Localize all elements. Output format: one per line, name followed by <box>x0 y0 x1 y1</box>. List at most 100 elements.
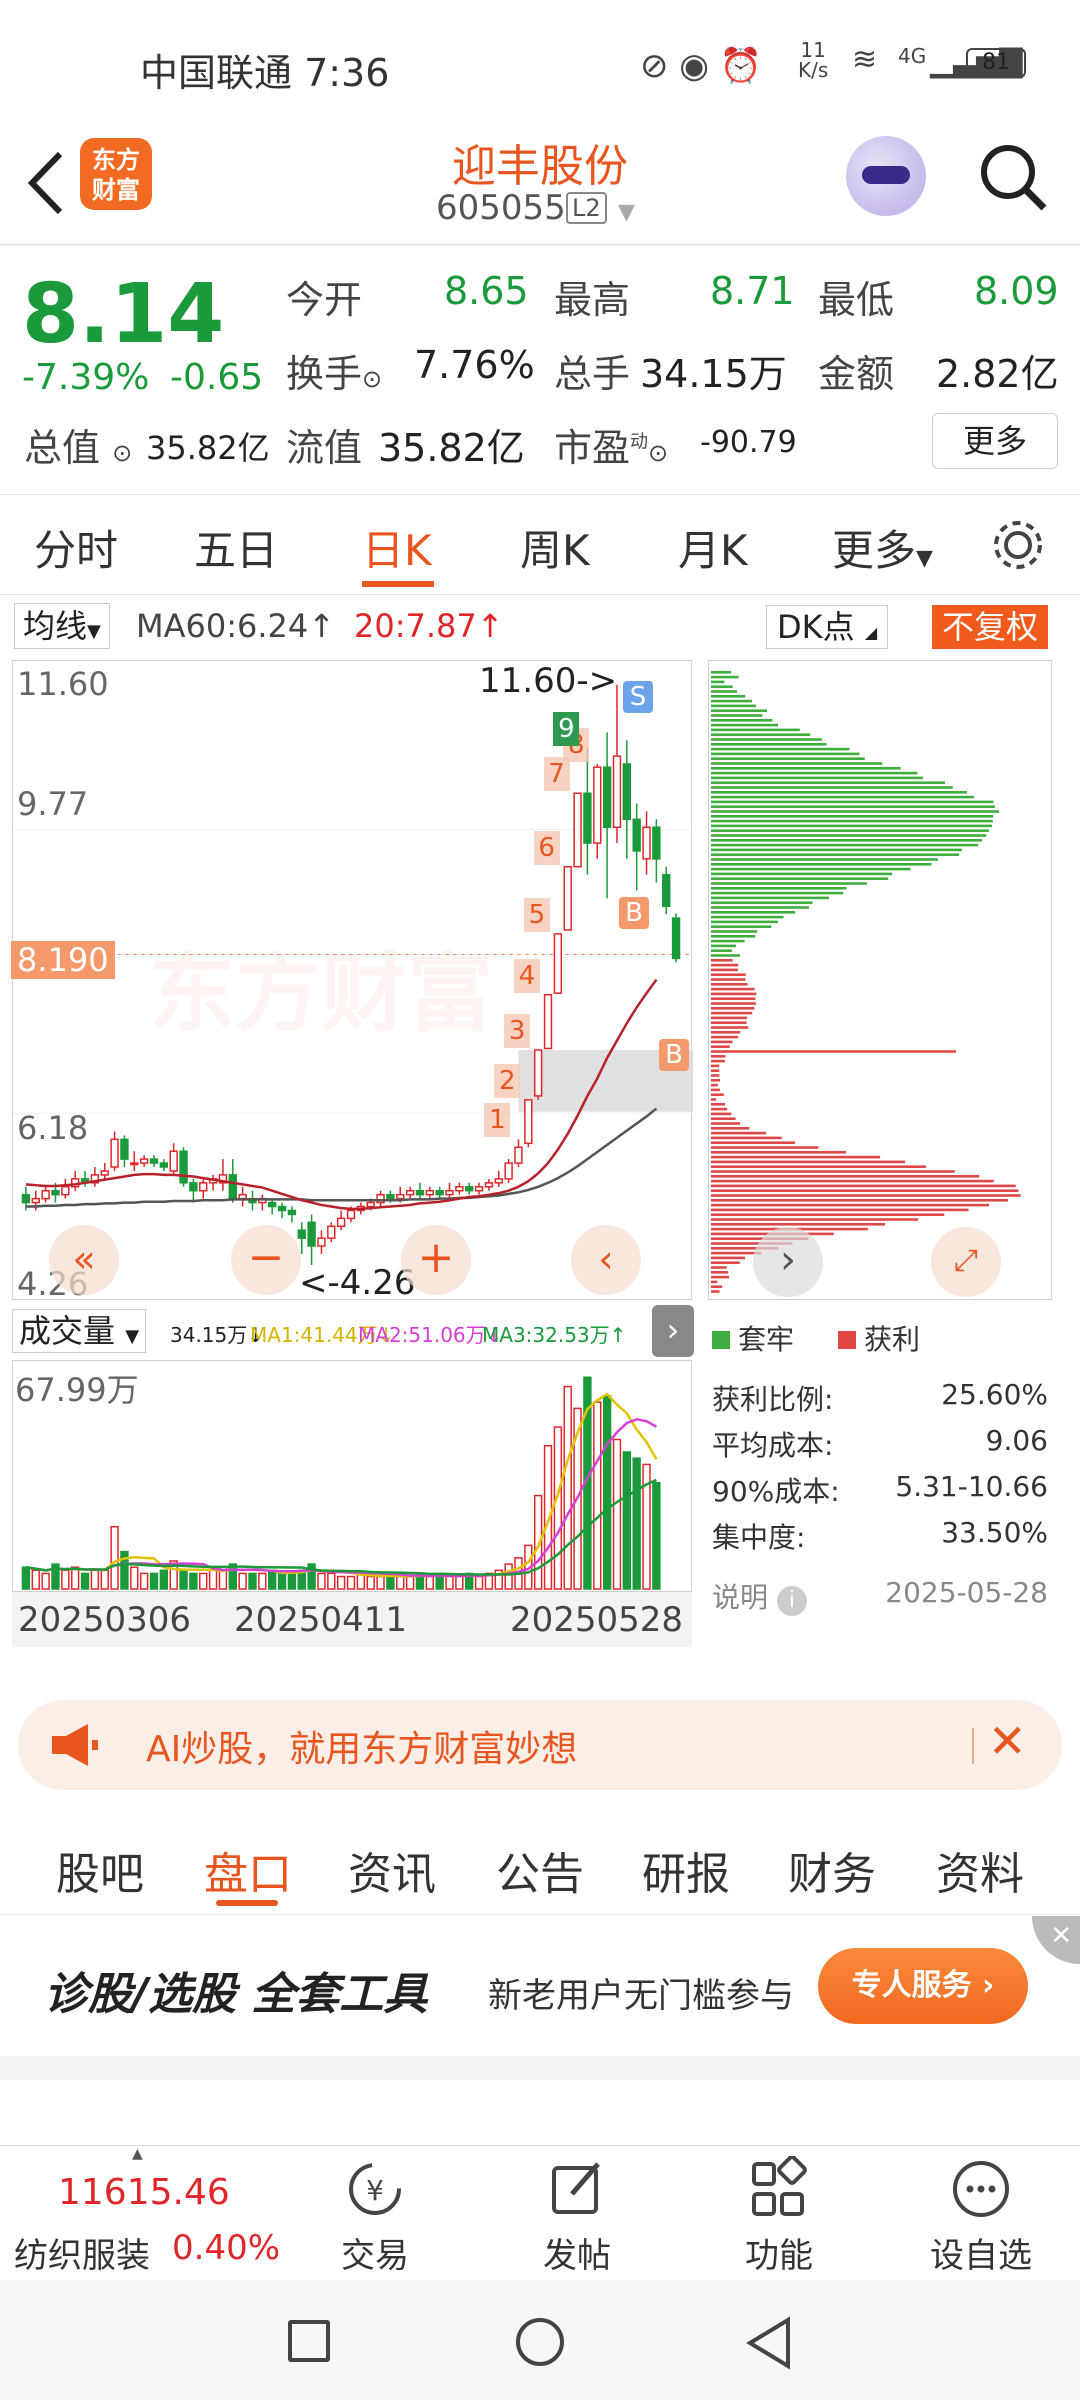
tab-weekly-k[interactable]: 周K <box>520 517 590 578</box>
more-button[interactable]: 更多 <box>932 413 1058 469</box>
scroll-left-icon[interactable]: ‹ <box>571 1225 641 1295</box>
turnover-label: 换手⊙ <box>286 343 382 398</box>
volume-value: 34.15万 <box>640 343 787 398</box>
expand-icon[interactable]: ⤢ <box>931 1227 1001 1297</box>
recents-icon[interactable] <box>288 2320 330 2362</box>
chip-bar <box>711 801 993 804</box>
candle-body <box>525 1100 532 1143</box>
pe-value: -90.79 <box>700 425 797 460</box>
scroll-left-far-icon[interactable]: « <box>49 1225 119 1295</box>
candle-body <box>298 1230 305 1238</box>
chart-indicator-header: 均线▼ MA60:6.24↑ 20:7.87↑ DK点 ◢ 不复权 <box>0 595 1080 655</box>
signal-number-marker: 1 <box>484 1103 510 1137</box>
volume-bar <box>160 1570 167 1589</box>
chip-bar <box>711 844 978 847</box>
chip-bar <box>711 700 752 703</box>
search-icon[interactable] <box>976 140 1050 214</box>
trade-icon: ¥ <box>340 2156 410 2222</box>
chip-bar <box>711 1079 720 1082</box>
chip-bar <box>711 964 738 967</box>
add-watchlist-button[interactable]: 设自选 <box>916 2156 1046 2277</box>
chip-bar <box>711 1089 720 1092</box>
chip-bar <box>711 849 962 852</box>
features-button[interactable]: 功能 <box>714 2156 844 2277</box>
ma60-readout: MA60:6.24↑ <box>136 607 335 645</box>
adjust-button[interactable]: 不复权 <box>932 605 1048 649</box>
vol-ma3-readout: MA3:32.53万↑ <box>482 1319 626 1348</box>
tab-profile[interactable]: 资料 <box>936 1838 1024 1902</box>
back-nav-icon[interactable] <box>744 2316 794 2370</box>
tab-forum[interactable]: 股吧 <box>56 1838 144 1902</box>
index-value[interactable]: 11615.46 <box>58 2172 230 2213</box>
signal-icon: 4G <box>898 44 926 68</box>
candle-body <box>604 767 611 827</box>
chip-row-label: 平均成本: <box>712 1424 833 1464</box>
chevron-right-icon[interactable]: › <box>753 1227 823 1297</box>
volume-bar <box>269 1570 276 1589</box>
tab-intraday[interactable]: 分时 <box>34 517 118 578</box>
chip-distribution-chart: › ⤢ <box>708 660 1052 1300</box>
chip-bar <box>711 743 826 746</box>
tab-financials[interactable]: 财务 <box>788 1838 876 1902</box>
zoom-in-icon[interactable]: + <box>401 1225 471 1295</box>
chip-bar <box>711 1021 747 1024</box>
volume-selector[interactable]: 成交量 ▼ <box>12 1309 146 1353</box>
close-icon[interactable]: ✕ <box>1032 1916 1080 1964</box>
chip-bar <box>711 959 733 962</box>
tab-announcements[interactable]: 公告 <box>496 1838 584 1902</box>
tab-monthly-k[interactable]: 月K <box>678 517 748 578</box>
candle-body <box>151 1159 158 1163</box>
candle-body <box>348 1210 355 1218</box>
level-badge[interactable]: L2 <box>566 192 607 224</box>
volume-bar <box>328 1573 335 1589</box>
candle-body <box>160 1163 167 1167</box>
chip-bar <box>711 1055 725 1058</box>
trade-button[interactable]: ¥ 交易 <box>310 2156 440 2277</box>
close-icon[interactable]: ✕ <box>988 1714 1027 1768</box>
chip-row-value: 5.31-10.66 <box>895 1470 1048 1503</box>
chip-bar <box>711 1165 926 1168</box>
chip-bar <box>711 873 892 876</box>
chip-bar <box>711 729 800 732</box>
chip-bar <box>711 676 739 679</box>
chip-bar <box>711 1204 989 1207</box>
status-icons: ⊘ ◉ ⏰ <box>640 46 762 86</box>
promo-button[interactable]: 专人服务 › <box>818 1948 1028 2024</box>
chip-row-label: 获利比例: <box>712 1378 833 1418</box>
candle-body <box>623 764 630 819</box>
promo-banner[interactable]: 诊股/选股 全套工具 新老用户无门槛参与 专人服务 › ✕ <box>0 1916 1080 2056</box>
kline-chart[interactable]: 东方财富 11.60 9.77 6.18 4.26 8.190 11.60-> … <box>12 660 692 1300</box>
chip-bar <box>711 685 733 688</box>
tab-order-book[interactable]: 盘口 <box>204 1838 292 1902</box>
candle-body <box>101 1171 108 1175</box>
candle-body <box>367 1203 374 1207</box>
volume-bar <box>200 1573 207 1589</box>
chip-bar <box>711 1065 719 1068</box>
chip-bar <box>711 897 829 900</box>
ma-selector[interactable]: 均线▼ <box>14 603 110 649</box>
chip-bar <box>711 1266 727 1269</box>
settings-icon[interactable] <box>988 515 1048 575</box>
tab-daily-k[interactable]: 日K <box>362 517 432 578</box>
ma20-readout: 20:7.87↑ <box>354 607 504 645</box>
tab-more[interactable]: 更多▼ <box>832 517 933 578</box>
expand-indicator-icon[interactable]: › <box>652 1305 694 1357</box>
chip-bar <box>711 853 959 856</box>
tab-research[interactable]: 研报 <box>642 1838 730 1902</box>
chip-note-link[interactable]: 说明 i <box>712 1576 807 1616</box>
dk-button[interactable]: DK点 ◢ <box>766 605 888 649</box>
volume-bar <box>426 1577 433 1589</box>
post-button[interactable]: 发帖 <box>512 2156 642 2277</box>
home-icon[interactable] <box>516 2318 564 2366</box>
tab-news[interactable]: 资讯 <box>348 1838 436 1902</box>
candle-body <box>554 934 561 993</box>
ai-assistant-icon[interactable] <box>846 136 926 216</box>
index-name[interactable]: 纺织服装 <box>14 2228 150 2277</box>
ai-banner[interactable]: AI炒股，就用东方财富妙想 ✕ <box>18 1700 1062 1790</box>
chevron-down-icon[interactable]: ▼ <box>618 200 635 225</box>
low-label: 最低 <box>818 269 894 324</box>
chip-bar <box>711 681 724 684</box>
tab-five-day[interactable]: 五日 <box>194 517 278 578</box>
zoom-out-icon[interactable]: − <box>231 1225 301 1295</box>
bottom-toolbar: ▲ 11615.46 纺织服装 0.40% ¥ 交易 发帖 功能 设自选 <box>0 2145 1080 2280</box>
